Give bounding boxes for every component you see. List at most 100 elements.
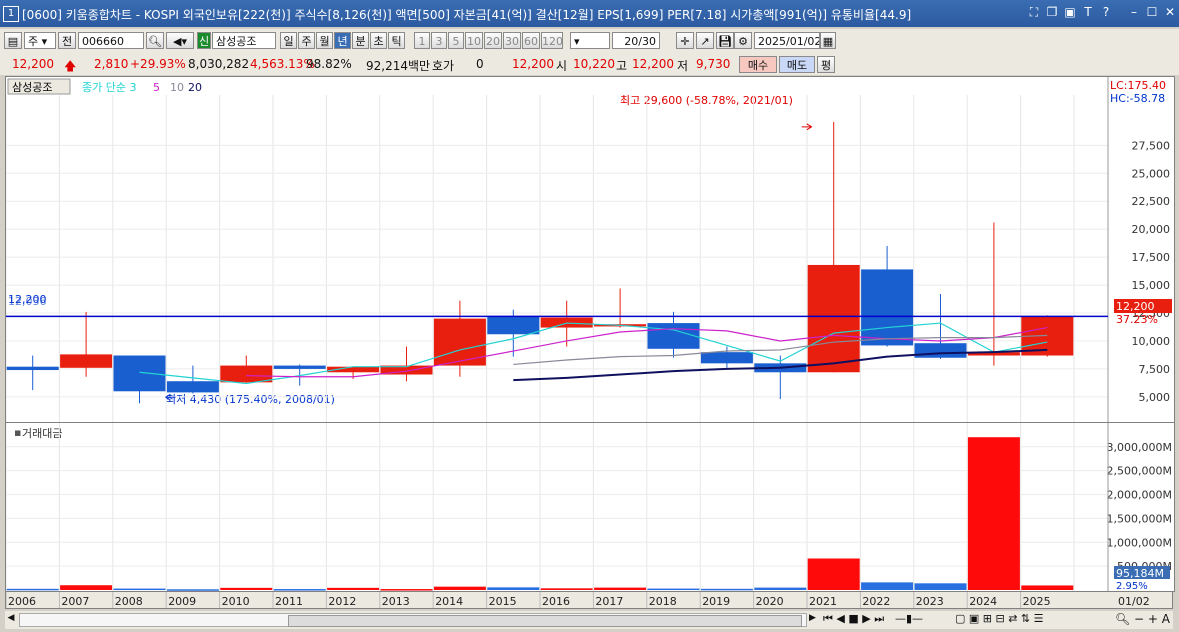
minimize-icon[interactable]: – — [1126, 5, 1142, 19]
count-button-20[interactable]: 20 — [484, 32, 502, 49]
amount-tick-label: 2,000,000M — [1107, 489, 1172, 502]
candle-body[interactable] — [647, 323, 700, 349]
amount-bar[interactable] — [113, 588, 166, 591]
range-field[interactable]: 20/30 — [612, 32, 660, 49]
view-icons[interactable]: ▢ ▣ ⊞ ⊟ ⇄ ⇅ ☰ — [955, 612, 1044, 625]
amount-tick-label: 2,500,000M — [1107, 465, 1172, 478]
candle-body[interactable] — [807, 264, 860, 373]
price-chart[interactable]: 삼성공조 종가 단순 3 5 10 20 LC:175.40 HC:-58.78… — [5, 77, 1174, 422]
amount-bar[interactable] — [914, 583, 967, 590]
amount-bar[interactable] — [60, 585, 113, 590]
change-percent: +29.93% — [130, 57, 186, 71]
text-size-button[interactable]: T — [1080, 5, 1096, 19]
amount-bar[interactable] — [433, 586, 486, 590]
candle-body[interactable] — [273, 365, 326, 369]
period-button-1[interactable]: 주 — [298, 32, 315, 49]
amount-bar[interactable] — [861, 582, 914, 590]
window-icon[interactable]: ▣ — [1062, 5, 1078, 19]
type-select[interactable]: 주 ▾ — [24, 32, 56, 49]
eval-button[interactable]: 평 — [817, 56, 835, 73]
amount-bar[interactable] — [594, 587, 647, 590]
price-chart-panel[interactable]: 삼성공조 종가 단순 3 5 10 20 LC:175.40 HC:-58.78… — [5, 76, 1175, 423]
current-price: 12,200 — [12, 57, 54, 71]
count-button-10[interactable]: 10 — [465, 32, 483, 49]
low-value: 9,730 — [696, 57, 731, 71]
buy-button[interactable]: 매수 — [739, 56, 777, 73]
amount-chart-panel[interactable]: ▪ 거래대금 500,000M1,000,000M1,500,000M2,000… — [5, 422, 1175, 592]
candle-body[interactable] — [433, 318, 486, 366]
period-button-3[interactable]: 년 — [334, 32, 351, 49]
jeon-button[interactable]: 전 — [58, 32, 76, 49]
hoga-label: 호가 — [432, 59, 455, 73]
candle-body[interactable] — [6, 366, 59, 371]
candle-body[interactable] — [914, 343, 967, 358]
amount-chart[interactable]: ▪ 거래대금 500,000M1,000,000M1,500,000M2,000… — [5, 423, 1174, 592]
count-button-120[interactable]: 120 — [541, 32, 563, 49]
candle-body[interactable] — [487, 316, 540, 335]
search-icon[interactable]: 🔍︎ — [146, 32, 164, 49]
candle-body[interactable] — [700, 352, 753, 364]
legend-ma20: 20 — [188, 81, 202, 94]
x-tick-label: 2022 — [862, 595, 890, 608]
playback-controls[interactable]: ⏮ ◀ ■ ▶ ⏭ — [823, 612, 884, 626]
link-icon[interactable]: ⛶ — [1026, 5, 1042, 20]
amount-bar[interactable] — [327, 587, 380, 590]
stock-code-input[interactable]: 006660 — [78, 32, 144, 49]
maximize-icon[interactable]: ☐ — [1144, 5, 1160, 19]
count-button-60[interactable]: 60 — [522, 32, 540, 49]
date-input[interactable]: 2025/01/02 — [754, 32, 820, 49]
count-button-30[interactable]: 30 — [503, 32, 521, 49]
help-button[interactable]: ? — [1098, 5, 1114, 19]
count-button-1[interactable]: 1 — [414, 32, 430, 49]
save-icon[interactable]: 💾︎ — [716, 32, 734, 49]
amount-bar[interactable] — [967, 437, 1020, 590]
restore-icon[interactable]: ❐ — [1044, 5, 1060, 19]
zoom-slider[interactable]: —▮— — [895, 612, 945, 625]
window-title: [0600] 키움종합차트 - KOSPI 외국인보유[222(천)] 주식수[… — [22, 8, 912, 22]
amount-tag-text: 95,184M — [1116, 567, 1164, 580]
count-button-3[interactable]: 3 — [431, 32, 447, 49]
period-button-0[interactable]: 일 — [280, 32, 297, 49]
x-tick-label: 2009 — [168, 595, 196, 608]
scroll-track[interactable] — [19, 613, 807, 627]
candle-body[interactable] — [166, 381, 219, 393]
candle-body[interactable] — [861, 269, 914, 346]
amount-bar[interactable] — [487, 587, 540, 590]
amount-bar[interactable] — [540, 588, 593, 590]
amount-bar[interactable] — [754, 587, 807, 590]
sound-icon[interactable]: ◀▾ — [166, 32, 194, 49]
scroll-right-icon[interactable]: ▶ — [809, 613, 821, 623]
candle-body[interactable] — [60, 354, 113, 368]
period-button-5[interactable]: 초 — [370, 32, 387, 49]
low-label: 저 — [677, 59, 689, 73]
window-number[interactable]: 1 — [3, 6, 19, 22]
x-tick-label: 2011 — [275, 595, 303, 608]
draw-icon[interactable]: ↗ — [696, 32, 714, 49]
sell-button[interactable]: 매도 — [779, 56, 815, 73]
amount-bar[interactable] — [807, 558, 860, 590]
scroll-bar[interactable]: ◀ ▶ ⏮ ◀ ■ ▶ ⏭ —▮— ▢ ▣ ⊞ ⊟ ⇄ ⇅ ☰ 🔍︎ − + A — [5, 611, 1173, 629]
amount-bar[interactable] — [647, 588, 700, 591]
count-select[interactable]: ▾ — [570, 32, 610, 49]
zoom-icons[interactable]: 🔍︎ − + A — [1115, 612, 1170, 626]
gear-icon[interactable]: ⚙ — [734, 32, 752, 49]
close-icon[interactable]: ✕ — [1162, 5, 1178, 19]
period-button-4[interactable]: 분 — [352, 32, 369, 49]
x-tick-label: 2017 — [595, 595, 623, 608]
calendar-icon[interactable]: ▦ — [820, 32, 836, 49]
amount-bar[interactable] — [1021, 585, 1074, 590]
period-button-2[interactable]: 월 — [316, 32, 333, 49]
stock-name-field[interactable]: 삼성공조 — [212, 32, 276, 49]
crosshair-icon[interactable]: ✛ — [676, 32, 694, 49]
rate: 98.82% — [306, 57, 352, 71]
count-button-5[interactable]: 5 — [448, 32, 464, 49]
candle-body[interactable] — [220, 365, 273, 383]
amount-bar[interactable] — [220, 587, 273, 590]
scroll-left-icon[interactable]: ◀ — [5, 613, 17, 627]
chart-menu-icon[interactable]: ▤ — [4, 32, 22, 49]
x-tick-label: 2012 — [328, 595, 356, 608]
period-button-6[interactable]: 틱 — [388, 32, 405, 49]
x-tick-label: 2018 — [649, 595, 677, 608]
scroll-thumb[interactable] — [288, 615, 802, 627]
candle-body[interactable] — [113, 355, 166, 392]
